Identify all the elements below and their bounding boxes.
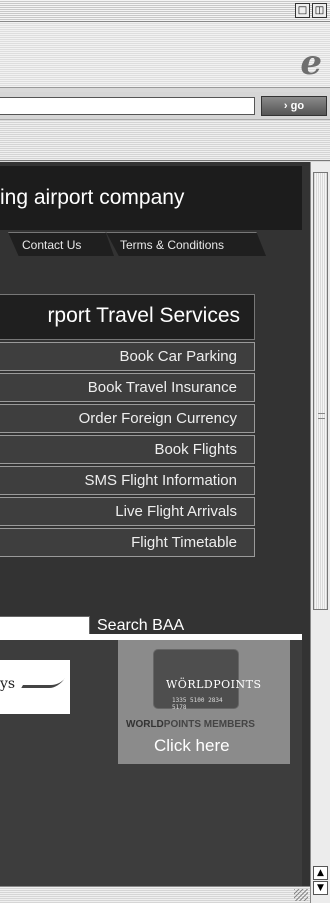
scroll-up-arrow-icon[interactable]: ▲ — [313, 866, 328, 880]
scroll-down-arrow-icon[interactable]: ▼ — [313, 881, 328, 895]
ba-logo-text: ys — [0, 676, 16, 692]
service-link-foreign-currency[interactable]: Order Foreign Currency — [0, 404, 255, 433]
collapse-window-button[interactable]: □ — [295, 3, 310, 18]
vertical-scrollbar[interactable]: ▲ ▼ — [310, 162, 330, 903]
window-title-bar: □ ◫ — [0, 0, 330, 22]
browser-toolbar: e — [0, 22, 330, 88]
zoom-window-button[interactable]: ◫ — [312, 3, 327, 18]
site-search-input[interactable] — [0, 616, 90, 636]
service-link-book-flights[interactable]: Book Flights — [0, 435, 255, 464]
go-button[interactable]: › go — [261, 96, 327, 116]
window-controls: □ ◫ — [295, 3, 327, 18]
worldpoints-promo[interactable]: WÖRLDPOINTS 1335 5100 2834 5178 WORLDPOI… — [118, 640, 290, 764]
scroll-grip-icon — [318, 413, 325, 419]
service-link-live-arrivals[interactable]: Live Flight Arrivals — [0, 497, 255, 526]
web-page-content: ing airport company Contact Us Terms & C… — [0, 162, 310, 886]
british-airways-logo[interactable]: ys — [0, 660, 70, 714]
services-list: Book Car Parking Book Travel Insurance O… — [0, 342, 255, 559]
scroll-thumb[interactable] — [313, 172, 328, 610]
service-link-sms-flight-info[interactable]: SMS Flight Information — [0, 466, 255, 495]
resize-grip-icon[interactable] — [294, 889, 308, 901]
address-input[interactable] — [0, 97, 255, 115]
tab-contact-us[interactable]: Contact Us — [8, 232, 114, 256]
favorites-bar — [0, 121, 330, 161]
address-bar: › go — [0, 92, 330, 120]
service-link-travel-insurance[interactable]: Book Travel Insurance — [0, 373, 255, 402]
worldpoints-caption-rest: POINTS MEMBERS — [163, 719, 255, 730]
internet-explorer-logo-icon: e — [300, 43, 322, 83]
worldpoints-click-here[interactable]: Click here — [154, 736, 230, 756]
service-link-flight-timetable[interactable]: Flight Timetable — [0, 528, 255, 557]
search-baa-button[interactable]: Search BAA — [97, 617, 184, 635]
status-bar — [0, 886, 310, 903]
worldpoints-caption-strong: WORLD — [126, 719, 164, 730]
worldpoints-caption: WORLDPOINTS MEMBERS — [126, 719, 255, 730]
site-nav-tabs: Contact Us Terms & Conditions — [0, 232, 302, 258]
worldpoints-card-logo: WÖRLDPOINTS — [166, 678, 262, 691]
ba-swoosh-icon — [21, 678, 65, 688]
promo-area: ys WÖRLDPOINTS 1335 5100 2834 5178 WORLD… — [0, 634, 302, 886]
worldpoints-card-image: WÖRLDPOINTS 1335 5100 2834 5178 — [153, 649, 261, 711]
banner-tagline: ing airport company — [0, 186, 185, 209]
services-title-text: rport Travel Services — [47, 304, 240, 327]
tab-terms-conditions[interactable]: Terms & Conditions — [106, 232, 266, 256]
worldpoints-card-number: 1335 5100 2834 5178 — [172, 697, 223, 711]
service-link-car-parking[interactable]: Book Car Parking — [0, 342, 255, 371]
services-panel-title: rport Travel Services — [0, 294, 255, 340]
site-banner: ing airport company — [0, 166, 302, 230]
